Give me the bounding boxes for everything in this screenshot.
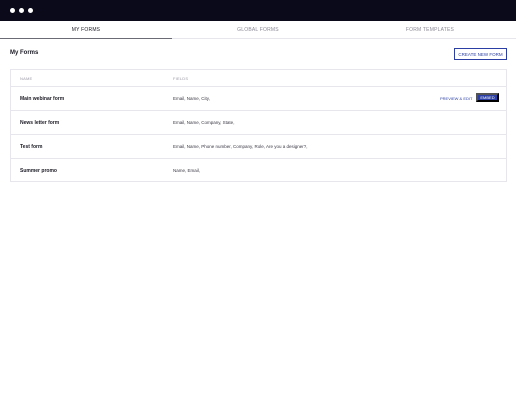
column-header-fields: FIELDS xyxy=(173,76,189,81)
table-row[interactable]: Summer promo Name, Email, xyxy=(11,158,506,182)
tab-form-templates[interactable]: FORM TEMPLATES xyxy=(344,21,516,39)
table-row[interactable]: Main webinar form Email, Name, City, PRE… xyxy=(11,86,506,110)
form-name: News letter form xyxy=(20,120,60,126)
window-control-dot[interactable] xyxy=(10,8,15,13)
tab-bar: MY FORMS GLOBAL FORMS FORM TEMPLATES xyxy=(0,21,516,39)
window-control-dot[interactable] xyxy=(19,8,24,13)
form-fields: Email, Name, Company, State, xyxy=(173,120,235,125)
window-titlebar xyxy=(0,0,516,21)
tab-my-forms[interactable]: MY FORMS xyxy=(0,21,172,39)
form-name: Summer promo xyxy=(20,168,57,174)
page-title: My Forms xyxy=(10,50,39,56)
forms-table: NAME FIELDS Main webinar form Email, Nam… xyxy=(10,69,507,182)
form-fields: Name, Email, xyxy=(173,168,201,173)
embed-button[interactable]: EMBED xyxy=(476,93,499,102)
form-name: Main webinar form xyxy=(20,96,65,102)
form-fields: Email, Name, Phone number, Company, Role… xyxy=(173,144,308,149)
preview-edit-link[interactable]: PREVIEW & EDIT xyxy=(440,96,472,101)
form-name: Test form xyxy=(20,144,43,150)
window-control-dot[interactable] xyxy=(28,8,33,13)
table-row[interactable]: Test form Email, Name, Phone number, Com… xyxy=(11,134,506,158)
table-header: NAME FIELDS xyxy=(11,70,506,86)
create-new-form-button[interactable]: CREATE NEW FORM xyxy=(454,48,507,60)
column-header-name: NAME xyxy=(20,76,33,81)
form-fields: Email, Name, City, xyxy=(173,96,210,101)
table-row[interactable]: News letter form Email, Name, Company, S… xyxy=(11,110,506,134)
tab-global-forms[interactable]: GLOBAL FORMS xyxy=(172,21,344,39)
